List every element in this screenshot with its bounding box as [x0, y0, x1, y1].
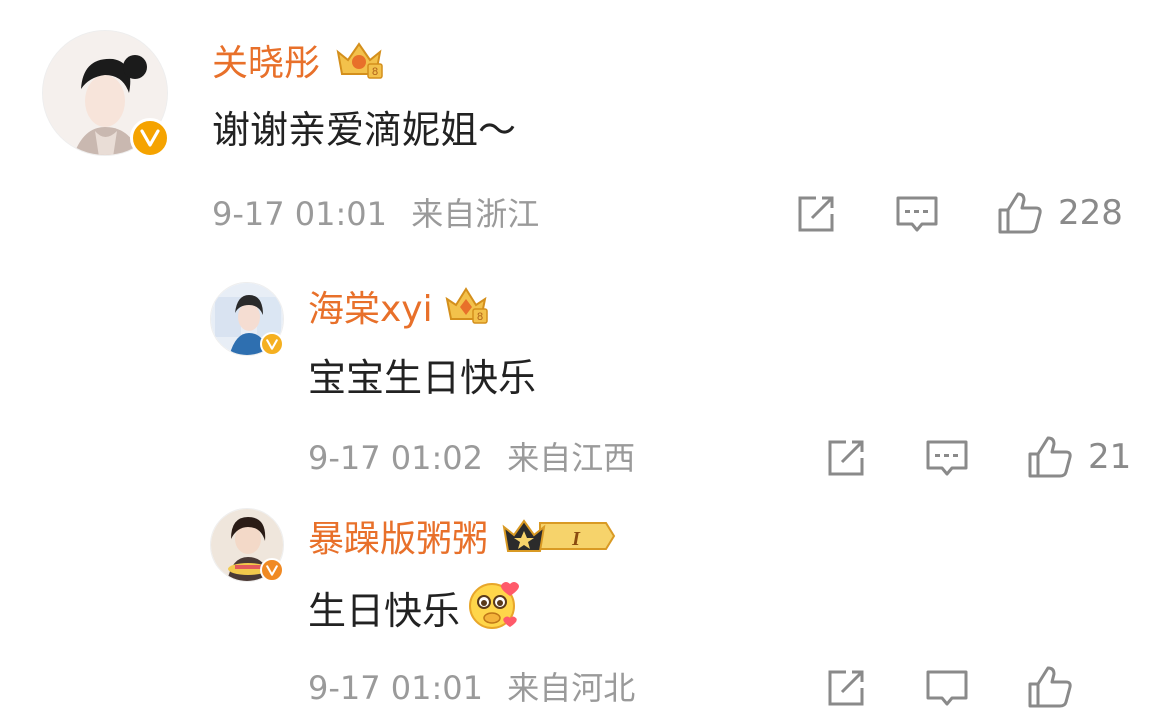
- username[interactable]: 海棠xyi 8: [308, 282, 489, 330]
- verified-icon: [260, 558, 284, 582]
- like-icon: [1026, 434, 1074, 480]
- comment-time: 9-17 01:01: [308, 669, 484, 707]
- reply-icon[interactable]: [894, 192, 940, 236]
- username[interactable]: 关晓彤 8: [212, 36, 386, 84]
- like-button[interactable]: 21: [1026, 434, 1131, 480]
- comment-location: 来自河北: [507, 669, 636, 707]
- verified-icon: [260, 332, 284, 356]
- comment-location: 来自浙江: [411, 195, 540, 233]
- svg-text:8: 8: [477, 311, 483, 323]
- emoji-icon: [466, 578, 522, 643]
- comment-meta: 9-17 01:01 来自河北: [308, 668, 635, 708]
- avatar[interactable]: [210, 508, 284, 582]
- comment-time: 9-17 01:01: [212, 195, 388, 233]
- like-button[interactable]: 228: [996, 190, 1123, 236]
- crown-icon: 8: [332, 38, 386, 82]
- like-icon: [996, 190, 1044, 236]
- comment-text: 生日快乐: [308, 578, 522, 643]
- username[interactable]: 暴躁版粥粥 I: [308, 512, 618, 560]
- crown-icon: I: [500, 515, 618, 557]
- comment-text: 宝宝生日快乐: [308, 356, 537, 400]
- comment-meta: 9-17 01:01 来自浙江: [212, 194, 539, 234]
- comment-item: 海棠xyi 8 宝宝生日快乐 9-17 01:02 来自江西 21: [0, 260, 1170, 500]
- comment-meta: 9-17 01:02 来自江西: [308, 438, 635, 478]
- like-count: 21: [1088, 437, 1132, 477]
- like-icon[interactable]: [1026, 660, 1074, 710]
- verified-icon: [130, 118, 170, 158]
- reply-icon[interactable]: [924, 436, 970, 480]
- share-icon[interactable]: [824, 436, 868, 480]
- crown-icon: 8: [443, 285, 489, 327]
- like-count: 228: [1058, 193, 1123, 233]
- svg-text:8: 8: [372, 66, 378, 78]
- share-icon[interactable]: [794, 192, 838, 236]
- username-text: 海棠xyi: [308, 289, 433, 330]
- comment-text: 谢谢亲爱滴妮姐～: [212, 108, 517, 152]
- comment-thread: 关晓彤 8 谢谢亲爱滴妮姐～ 9-17 01:01 来自浙江 228 海棠xyi…: [0, 0, 1170, 728]
- reply-icon[interactable]: [924, 666, 970, 710]
- comment-text-body: 生日快乐: [308, 588, 461, 633]
- comment-location: 来自江西: [507, 439, 636, 477]
- avatar[interactable]: [210, 282, 284, 356]
- username-text: 关晓彤: [212, 43, 321, 84]
- username-text: 暴躁版粥粥: [308, 519, 489, 560]
- svg-text:I: I: [571, 528, 581, 550]
- share-icon[interactable]: [824, 666, 868, 710]
- avatar[interactable]: [42, 30, 170, 158]
- comment-item: 关晓彤 8 谢谢亲爱滴妮姐～ 9-17 01:01 来自浙江 228: [0, 0, 1170, 260]
- comment-item: 暴躁版粥粥 I 生日快乐 9-17 01:01 来自河北: [0, 500, 1170, 728]
- comment-time: 9-17 01:02: [308, 439, 484, 477]
